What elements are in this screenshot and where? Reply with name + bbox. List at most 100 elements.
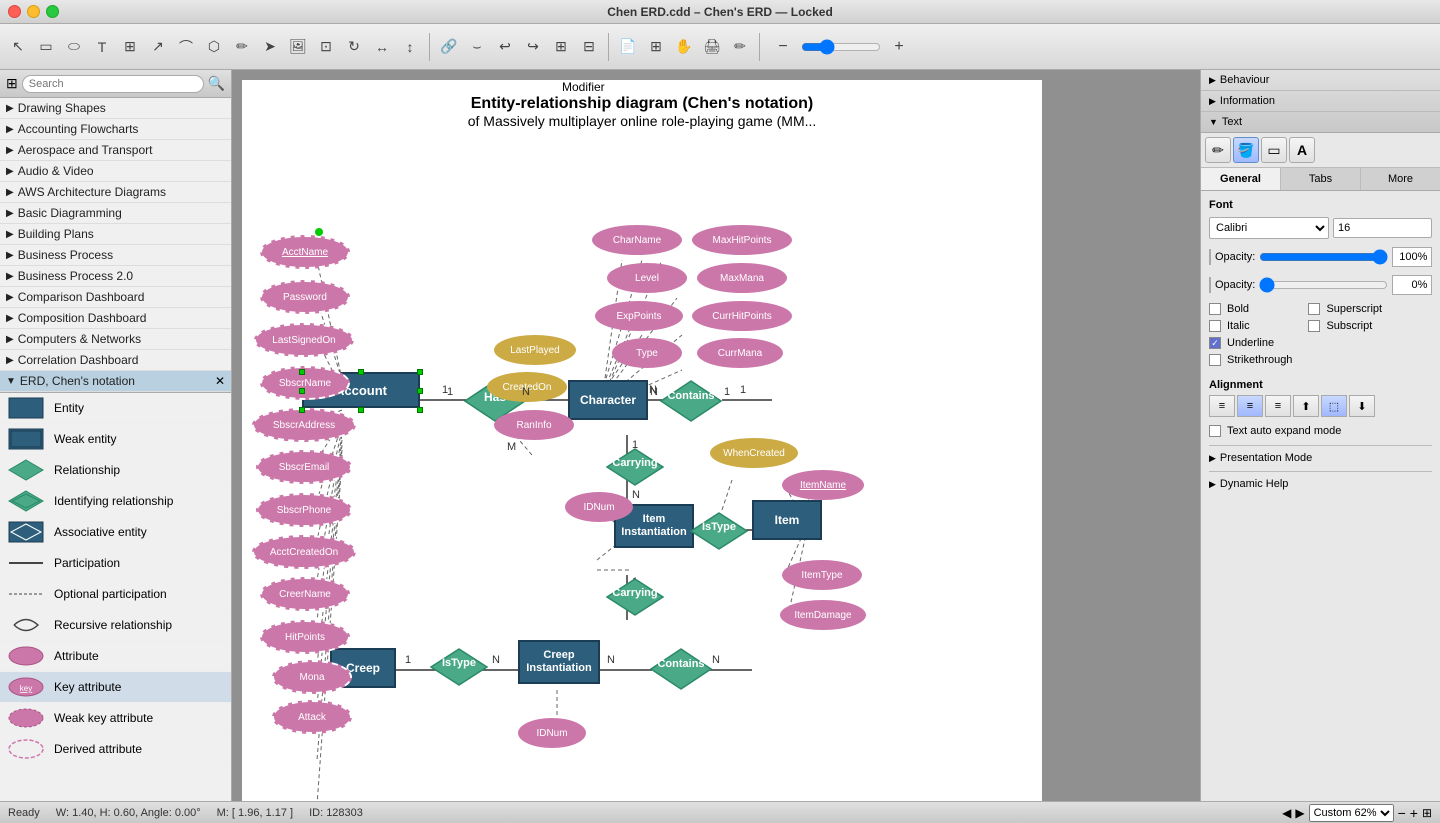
rp-opacity1-value[interactable]	[1392, 247, 1432, 267]
sidebar-item-aws[interactable]: ▶AWS Architecture Diagrams	[0, 182, 231, 203]
attr-acct-created[interactable]: AcctCreatedOn	[252, 535, 356, 569]
rp-strikethrough-row[interactable]: Strikethrough	[1209, 354, 1292, 366]
link-tool[interactable]: 🔗	[435, 33, 463, 61]
attr-modifier[interactable]: Modifier	[562, 80, 605, 94]
rp-align-bottom[interactable]: ⬇	[1349, 395, 1375, 417]
attr-password[interactable]: Password	[260, 280, 350, 314]
minimize-button[interactable]	[27, 5, 40, 18]
attr-hit-points[interactable]: HitPoints	[260, 620, 350, 654]
search-input[interactable]	[22, 75, 204, 93]
attr-char-name[interactable]: CharName	[592, 225, 682, 255]
rp-opacity2-color[interactable]	[1209, 277, 1211, 293]
rp-bold-checkbox[interactable]	[1209, 303, 1221, 315]
canvas-scroll[interactable]: 1 N N 1	[232, 70, 1200, 801]
shape-weak-key-attribute[interactable]: Weak key attribute	[0, 703, 231, 734]
image-tool[interactable]: 🖼	[284, 33, 312, 61]
table-tool[interactable]: ⊞	[116, 33, 144, 61]
shape-participation[interactable]: Participation	[0, 548, 231, 579]
rp-fill-btn[interactable]: 🪣	[1233, 137, 1259, 163]
shape-derived-attribute[interactable]: Derived attribute	[0, 734, 231, 765]
shape-weak-entity[interactable]: Weak entity	[0, 424, 231, 455]
rp-font-btn[interactable]: A	[1289, 137, 1315, 163]
rp-align-left[interactable]: ≡	[1209, 395, 1235, 417]
sidebar-item-aerospace[interactable]: ▶Aerospace and Transport	[0, 140, 231, 161]
hand-tool[interactable]: ✋	[670, 33, 698, 61]
attr-item-type[interactable]: ItemType	[782, 560, 862, 590]
sidebar-grid-btn[interactable]: ⊞	[6, 75, 18, 92]
handle-mr[interactable]	[417, 388, 423, 394]
fit-page[interactable]: ⊞	[642, 33, 670, 61]
rp-underline-checkbox[interactable]: ✓	[1209, 337, 1221, 349]
flip-h-tool[interactable]: ↔	[368, 33, 396, 61]
sidebar-item-accounting[interactable]: ▶Accounting Flowcharts	[0, 119, 231, 140]
rp-superscript-checkbox[interactable]	[1308, 303, 1320, 315]
rp-italic-checkbox[interactable]	[1209, 320, 1221, 332]
sidebar-item-drawing-shapes[interactable]: ▶Drawing Shapes	[0, 98, 231, 119]
handle-tl[interactable]	[299, 369, 305, 375]
relationship-contains2[interactable]: Contains	[650, 648, 712, 693]
rp-italic-row[interactable]: Italic	[1209, 320, 1292, 332]
search-btn[interactable]: 🔍	[208, 75, 225, 92]
attr-curr-hit[interactable]: CurrHitPoints	[692, 301, 792, 331]
rp-opacity1-color[interactable]	[1209, 249, 1211, 265]
shape-entity[interactable]: Entity	[0, 393, 231, 424]
rp-opacity2-slider[interactable]	[1259, 277, 1388, 293]
shape-relationship[interactable]: Relationship	[0, 455, 231, 486]
rp-dynamic-help[interactable]: ▶ Dynamic Help	[1209, 471, 1432, 493]
canvas[interactable]: 1 N N 1	[242, 80, 1042, 801]
zoom-slider[interactable]	[801, 39, 881, 55]
handle-tr[interactable]	[417, 369, 423, 375]
handle-bm[interactable]	[358, 407, 364, 413]
sidebar-item-basic[interactable]: ▶Basic Diagramming	[0, 203, 231, 224]
rp-opacity2-value[interactable]	[1392, 275, 1432, 295]
zoom-inc-btn[interactable]: +	[1410, 805, 1418, 821]
connector-tool[interactable]: ↗	[144, 33, 172, 61]
attr-item-damage[interactable]: ItemDamage	[780, 600, 866, 630]
shape-key-attribute[interactable]: key Key attribute	[0, 672, 231, 703]
rp-text-section[interactable]: ▼ Text	[1201, 112, 1440, 132]
rp-superscript-row[interactable]: Superscript	[1308, 303, 1382, 315]
attr-mona[interactable]: Mona	[272, 660, 352, 694]
rp-information-section[interactable]: ▶ Information	[1201, 91, 1440, 112]
attr-type[interactable]: Type	[612, 338, 682, 368]
rp-tab-tabs[interactable]: Tabs	[1281, 168, 1361, 190]
attr-last-signed[interactable]: LastSignedOn	[254, 323, 354, 357]
rp-subscript-row[interactable]: Subscript	[1308, 320, 1382, 332]
shape-attribute[interactable]: Attribute	[0, 641, 231, 672]
sidebar-item-business-process[interactable]: ▶Business Process	[0, 245, 231, 266]
arrow-tool[interactable]: ➤	[256, 33, 284, 61]
page-view[interactable]: 📄	[614, 33, 642, 61]
handle-tm[interactable]	[358, 369, 364, 375]
attr-exp-points[interactable]: ExpPoints	[595, 301, 683, 331]
rp-strikethrough-checkbox[interactable]	[1209, 354, 1221, 366]
shape-identifying-rel[interactable]: Identifying relationship	[0, 486, 231, 517]
rect-tool[interactable]: ▭	[32, 33, 60, 61]
rp-auto-expand-checkbox[interactable]	[1209, 425, 1221, 437]
relationship-contains1[interactable]: Contains	[660, 380, 722, 425]
redo-tool[interactable]: ↪	[519, 33, 547, 61]
rp-tab-general[interactable]: General	[1201, 168, 1281, 190]
attr-acct-name[interactable]: AcctName	[260, 235, 350, 269]
handle-bl[interactable]	[299, 407, 305, 413]
shape-optional-participation[interactable]: Optional participation	[0, 579, 231, 610]
sidebar-item-audio[interactable]: ▶Audio & Video	[0, 161, 231, 182]
relationship-carrying1[interactable]: Carrying	[606, 448, 664, 489]
zoom-dec-btn[interactable]: −	[1398, 805, 1406, 821]
print-tool[interactable]: 🖨	[698, 33, 726, 61]
attr-item-name[interactable]: ItemName	[782, 470, 864, 500]
attr-idnum1[interactable]: IDNum	[565, 492, 633, 522]
attr-creer-name[interactable]: CreerName	[260, 577, 350, 611]
rp-opacity1-slider[interactable]	[1259, 249, 1388, 265]
attr-max-hit[interactable]: MaxHitPoints	[692, 225, 792, 255]
attr-curr-mana[interactable]: CurrMana	[697, 338, 783, 368]
select-tool[interactable]: ↖	[4, 33, 32, 61]
zoom-out-btn[interactable]: −	[769, 33, 797, 61]
rp-bold-row[interactable]: Bold	[1209, 303, 1292, 315]
entity-creep-inst[interactable]: Creep Instantiation	[518, 640, 600, 684]
rp-align-center[interactable]: ≡	[1237, 395, 1263, 417]
freehand-tool[interactable]: ✏	[228, 33, 256, 61]
sidebar-item-business-process-2[interactable]: ▶Business Process 2.0	[0, 266, 231, 287]
sidebar-item-comparison[interactable]: ▶Comparison Dashboard	[0, 287, 231, 308]
rp-presentation-mode[interactable]: ▶ Presentation Mode	[1209, 445, 1432, 467]
rp-pen-btn[interactable]: ✏	[1205, 137, 1231, 163]
